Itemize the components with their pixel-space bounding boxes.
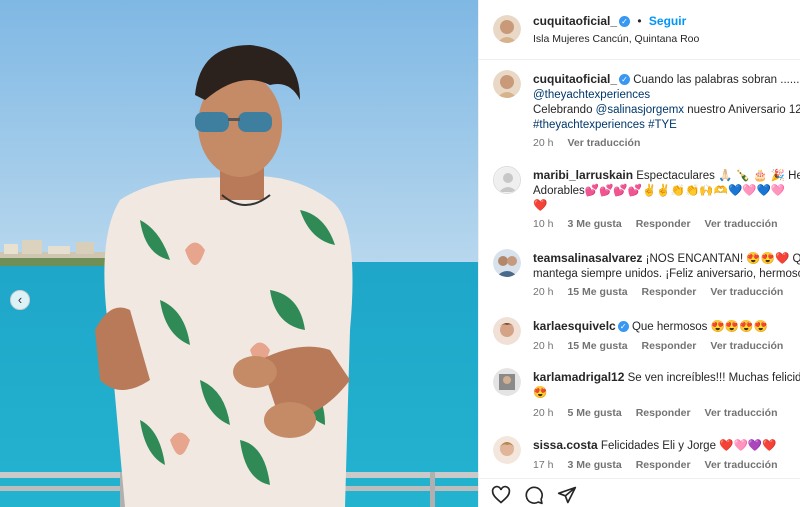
comment-text: Se ven increíbles!!! Muchas felicidade (627, 372, 800, 384)
translate-link[interactable]: Ver traducción (705, 218, 778, 230)
reply-button[interactable]: Responder (636, 459, 691, 471)
comment-time[interactable]: 10 h (533, 218, 553, 230)
comment-username[interactable]: sissa.costa (533, 438, 598, 452)
mention-link[interactable]: @theyachtexperiences (533, 89, 650, 101)
comment-time[interactable]: 20 h (533, 286, 553, 298)
comment-meta: 20 h 15 Me gusta Responder Ver traducción (533, 286, 783, 298)
comment-username[interactable]: karlaesquivelc (533, 319, 616, 333)
comment-meta: 20 h 15 Me gusta Responder Ver traducción (533, 340, 783, 352)
follow-button[interactable]: Seguir (649, 14, 686, 28)
comment-text-line3: ❤️ (533, 200, 548, 212)
comment-avatar[interactable] (493, 166, 521, 194)
comment-avatar[interactable] (493, 368, 521, 396)
hashtag-link[interactable]: #TYE (648, 119, 677, 131)
prev-image-button[interactable]: ‹ (10, 290, 30, 310)
post-location[interactable]: Isla Mujeres Cancún, Quintana Roo (533, 33, 699, 45)
verified-icon: ✓ (619, 16, 631, 27)
caption-line1: Cuando las palabras sobran ....... (633, 74, 800, 86)
reply-button[interactable]: Responder (642, 286, 697, 298)
reply-button[interactable]: Responder (642, 340, 697, 352)
comment-time[interactable]: 17 h (533, 459, 553, 471)
comment-time[interactable]: 20 h (533, 407, 553, 419)
comment-meta: 20 h 5 Me gusta Responder Ver traducción (533, 407, 778, 419)
action-bar (479, 478, 800, 507)
likes-count[interactable]: 3 Me gusta (567, 459, 621, 471)
comment-text-line2: mantega siempre unidos. ¡Feliz aniversar… (533, 268, 800, 280)
hashtag-link[interactable]: #theyachtexperiences (533, 119, 645, 131)
post-username[interactable]: cuquitaoficial_ (533, 14, 617, 28)
comment-avatar[interactable] (493, 249, 521, 277)
post-header: cuquitaoficial_ ✓ • Seguir Isla Mujeres C… (479, 0, 800, 60)
list-item: maribi_larruskain Espectaculares 🙏🏻 🍾 🎂 … (533, 168, 800, 214)
comment-avatar[interactable] (493, 436, 521, 464)
caption-time[interactable]: 20 h (533, 137, 553, 149)
likes-count[interactable]: 5 Me gusta (567, 407, 621, 419)
list-item: karlamadrigal12 Se ven increíbles!!! Muc… (533, 370, 800, 401)
caption-line3-suffix: nuestro Aniversario 12 (687, 104, 800, 116)
comment-icon[interactable] (524, 485, 544, 505)
post-photo: ‹ (0, 0, 478, 507)
caption-username[interactable]: cuquitaoficial_ (533, 72, 617, 86)
separator-dot: • (637, 14, 642, 28)
comment-time[interactable]: 20 h (533, 340, 553, 352)
list-item: karlaesquivelc ✓ Que hermosos 😍😍😍😍 (533, 319, 800, 335)
list-item: teamsalinasalvarez ¡NOS ENCANTAN! 😍😍❤️ Q… (533, 251, 800, 282)
translate-link[interactable]: Ver traducción (710, 340, 783, 352)
chevron-left-icon: ‹ (17, 292, 23, 307)
comment-meta: 10 h 3 Me gusta Responder Ver traducción (533, 218, 778, 230)
comment-username[interactable]: maribi_larruskain (533, 168, 633, 182)
mention-link[interactable]: @salinasjorgemx (596, 104, 684, 116)
avatar[interactable] (493, 15, 521, 43)
comment-text: Felicidades Eli y Jorge ❤️🩷💜❤️ (600, 440, 777, 452)
caption-line3-prefix: Celebrando (533, 104, 593, 116)
translate-link[interactable]: Ver traducción (705, 407, 778, 419)
translate-link[interactable]: Ver traducción (710, 286, 783, 298)
likes-count[interactable]: 3 Me gusta (567, 218, 621, 230)
verified-icon: ✓ (617, 321, 629, 332)
verified-icon: ✓ (619, 74, 631, 85)
share-icon[interactable] (557, 485, 577, 505)
caption-text: cuquitaoficial_ ✓ Cuando las palabras sob… (533, 72, 800, 133)
comment-meta: 17 h 3 Me gusta Responder Ver traducción (533, 459, 778, 471)
comment-username[interactable]: teamsalinasalvarez (533, 251, 642, 265)
translate-link[interactable]: Ver traducción (567, 137, 640, 149)
caption-avatar[interactable] (493, 70, 521, 98)
comment-text: ¡NOS ENCANTAN! 😍😍❤️ Que D (645, 253, 800, 265)
likes-count[interactable]: 15 Me gusta (567, 286, 627, 298)
comment-text: Espectaculares 🙏🏻 🍾 🎂 🎉 Hermosos (636, 170, 800, 182)
caption-meta: 20 h Ver traducción (533, 137, 640, 149)
comment-text-line2: 😍 (533, 387, 548, 399)
comment-text: Que hermosos 😍😍😍😍 (631, 321, 768, 333)
reply-button[interactable]: Responder (636, 218, 691, 230)
comment-text-line2: Adorables💕💕💕💕✌️✌️👏👏🙌🫶💙🩷💙🩷 (533, 185, 786, 197)
list-item: sissa.costa Felicidades Eli y Jorge ❤️🩷💜… (533, 438, 800, 454)
likes-count[interactable]: 15 Me gusta (567, 340, 627, 352)
post-side-panel: cuquitaoficial_ ✓ • Seguir Isla Mujeres C… (478, 0, 800, 507)
reply-button[interactable]: Responder (636, 407, 691, 419)
comment-avatar[interactable] (493, 317, 521, 345)
comment-username[interactable]: karlamadrigal12 (533, 370, 624, 384)
heart-icon[interactable] (491, 485, 511, 505)
post-image (0, 0, 478, 507)
translate-link[interactable]: Ver traducción (705, 459, 778, 471)
